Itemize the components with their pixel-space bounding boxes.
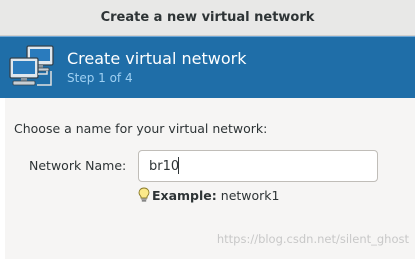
left-window-edge <box>0 98 5 259</box>
example-value: network1 <box>220 187 280 203</box>
network-computers-icon <box>9 45 54 86</box>
wizard-heading: Create virtual network <box>67 49 247 68</box>
window-title: Create a new virtual network <box>100 10 315 25</box>
text-cursor <box>178 157 179 174</box>
name-prompt: Choose a name for your virtual network: <box>14 121 268 136</box>
example-hint: Example: network1 <box>138 187 280 203</box>
title-bar: Create a new virtual network <box>0 0 415 36</box>
example-label: Example: <box>152 187 217 203</box>
watermark-text: https://blog.csdn.net/silent_ghost <box>216 232 409 246</box>
wizard-step-indicator: Step 1 of 4 <box>67 71 133 85</box>
wizard-banner: Create virtual network Step 1 of 4 <box>0 36 415 98</box>
lightbulb-icon <box>138 187 150 202</box>
network-name-input[interactable] <box>138 150 378 182</box>
network-name-label: Network Name: <box>29 158 127 173</box>
